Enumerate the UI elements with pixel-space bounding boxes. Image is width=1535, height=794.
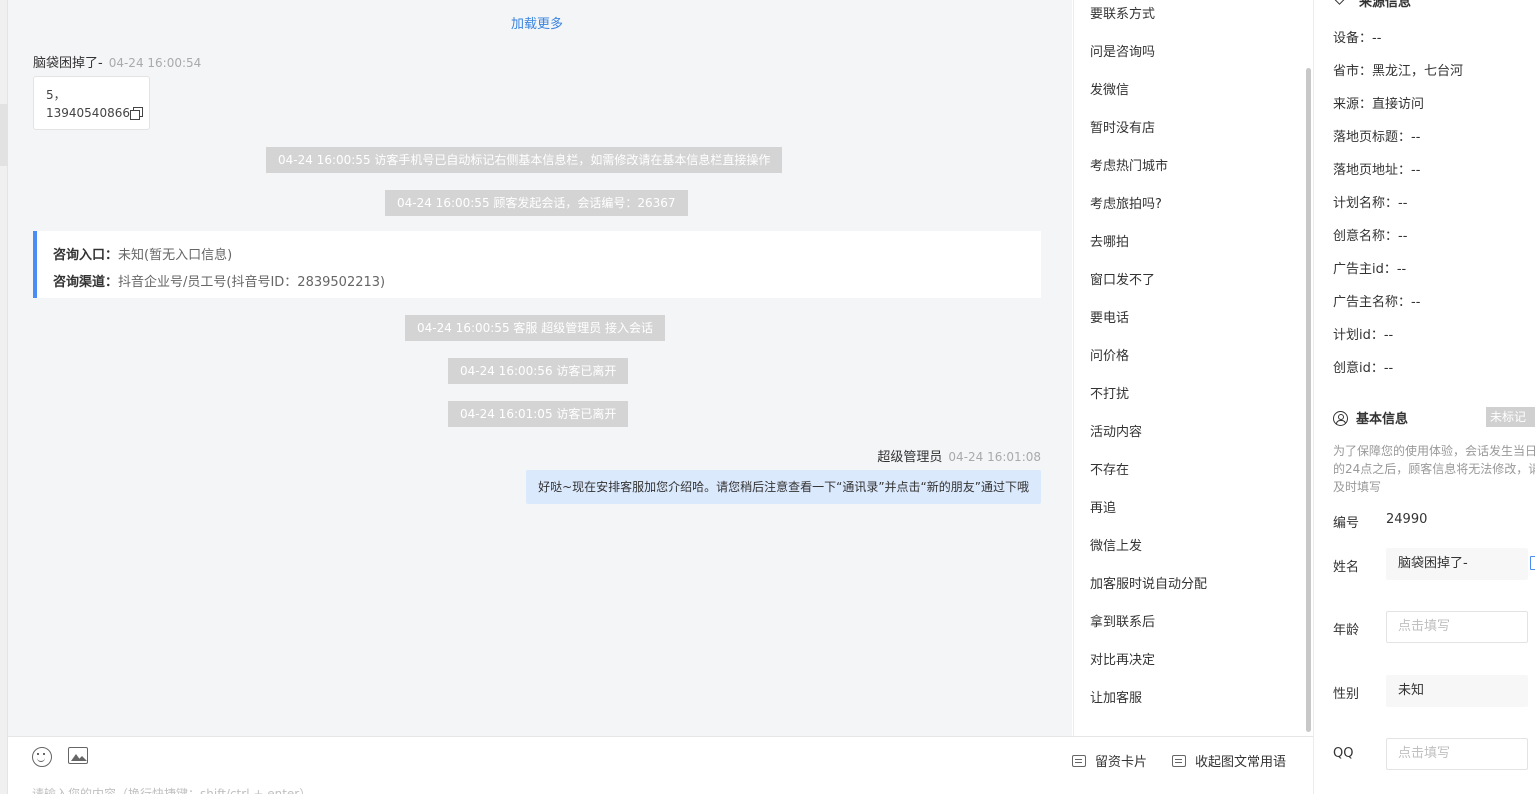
collapse-phrases-label: 收起图文常用语 xyxy=(1195,755,1287,770)
source-info-icon xyxy=(1333,0,1346,5)
system-message: 04-24 16:00:55 顾客发起会话，会话编号：26367 xyxy=(385,190,688,216)
message-composer[interactable]: 留资卡片 收起图文常用语 请输入您的内容（换行快捷键：shift/ctrl + … xyxy=(8,736,1313,794)
name-label: 姓名 xyxy=(1333,560,1360,575)
age-label: 年龄 xyxy=(1333,623,1360,638)
contact-card-button[interactable]: 留资卡片 xyxy=(1072,751,1147,770)
emoji-icon[interactable] xyxy=(32,747,52,767)
source-row: 广告主id：-- xyxy=(1333,262,1407,277)
phrase-item[interactable]: 暂时没有店 xyxy=(1090,117,1155,136)
phrase-item[interactable]: 窗口发不了 xyxy=(1090,269,1155,288)
visitor-name: 脑袋困掉了- xyxy=(33,56,103,71)
visitor-message-bubble: 5， 13940540866 xyxy=(33,76,150,130)
agent-message-bubble: 好哒~现在安排客服加您介绍哈。请您稍后注意查看一下“通讯录”并点击“新的朋友”通… xyxy=(526,470,1041,504)
phrase-list-scrollbar[interactable] xyxy=(1306,68,1311,732)
source-row: 落地页地址：-- xyxy=(1333,163,1421,178)
copy-icon[interactable] xyxy=(129,107,143,120)
gutter-marker xyxy=(0,104,8,166)
contact-card-label: 留资卡片 xyxy=(1095,755,1148,770)
qq-field[interactable]: 点击填写 xyxy=(1386,738,1528,770)
source-row: 计划名称：-- xyxy=(1333,196,1408,211)
phrase-item[interactable]: 去哪拍 xyxy=(1090,231,1129,250)
edit-icon[interactable] xyxy=(1530,556,1535,570)
visitor-message-line: 5， xyxy=(46,88,66,102)
id-label: 编号 xyxy=(1333,516,1360,531)
source-info-title: 来源信息 xyxy=(1359,0,1412,10)
consult-source-card: 咨询入口：未知(暂无入口信息) 咨询渠道：抖音企业号/员工号(抖音号ID：283… xyxy=(33,231,1041,298)
edit-notice: 为了保障您的使用体验，会话发生当日的24点之后，顾客信息将无法修改，请及时填写 xyxy=(1333,444,1535,494)
card-icon xyxy=(1072,755,1086,767)
message-input[interactable]: 请输入您的内容（换行快捷键：shift/ctrl + enter） xyxy=(32,785,311,794)
system-message: 04-24 16:00:55 客服 超级管理员 接入会话 xyxy=(405,315,666,341)
phrase-item[interactable]: 发微信 xyxy=(1090,79,1129,98)
phrase-item[interactable]: 考虑热门城市 xyxy=(1090,155,1168,174)
visitor-message-time: 04-24 16:00:54 xyxy=(108,56,202,70)
visitor-message-header: 脑袋困掉了- 04-24 16:00:54 xyxy=(33,52,201,71)
phrase-item[interactable]: 微信上发 xyxy=(1090,535,1142,554)
entry-value: 未知(暂无入口信息) xyxy=(118,248,233,263)
chat-workspace: 加载更多 脑袋困掉了- 04-24 16:00:54 5， 13940540866… xyxy=(0,0,1535,794)
basic-info-label: 基本信息 xyxy=(1356,412,1409,427)
channel-label: 咨询渠道： xyxy=(53,275,119,290)
phrase-item[interactable]: 问价格 xyxy=(1090,345,1129,364)
load-more-link[interactable]: 加载更多 xyxy=(8,13,1066,32)
phrase-item[interactable]: 对比再决定 xyxy=(1090,649,1155,668)
collapse-phrases-button[interactable]: 收起图文常用语 xyxy=(1172,751,1286,770)
gender-select[interactable]: 未知 xyxy=(1386,675,1528,707)
quick-phrase-list[interactable]: 要联系方式 问是咨询吗 发微信 暂时没有店 考虑热门城市 考虑旅拍吗? 去哪拍 … xyxy=(1073,0,1313,736)
phrase-item[interactable]: 让加客服 xyxy=(1090,687,1142,706)
system-message: 04-24 16:00:55 访客手机号已自动标记右侧基本信息栏，如需修改请在基… xyxy=(266,147,783,173)
image-icon[interactable] xyxy=(68,747,88,764)
name-field[interactable]: 脑袋困掉了- xyxy=(1386,548,1528,580)
agent-message-header: 超级管理员 04-24 16:01:08 xyxy=(877,446,1041,465)
chat-pane[interactable]: 加载更多 脑袋困掉了- 04-24 16:00:54 5， 13940540866… xyxy=(8,0,1072,736)
entry-label: 咨询入口： xyxy=(53,248,119,263)
source-row: 来源：直接访问 xyxy=(1333,97,1425,112)
gender-label: 性别 xyxy=(1333,687,1360,702)
system-message: 04-24 16:01:05 访客已离开 xyxy=(448,401,629,427)
customer-info-panel: 来源信息 设备：-- 省市：黑龙江，七台河 来源：直接访问 落地页标题：-- 落… xyxy=(1314,0,1535,794)
phrase-item[interactable]: 不打扰 xyxy=(1090,383,1129,402)
phrase-item[interactable]: 活动内容 xyxy=(1090,421,1142,440)
visitor-phone-number: 13940540866 xyxy=(46,106,130,120)
phrase-item[interactable]: 考虑旅拍吗? xyxy=(1090,193,1162,212)
source-row: 设备：-- xyxy=(1333,31,1382,46)
tag-select[interactable]: 未标记 xyxy=(1486,407,1535,427)
user-icon xyxy=(1333,411,1348,426)
left-gutter xyxy=(0,0,8,794)
phrase-item[interactable]: 要电话 xyxy=(1090,307,1129,326)
source-row: 计划id：-- xyxy=(1333,328,1394,343)
id-value: 24990 xyxy=(1386,512,1428,527)
source-row: 创意名称：-- xyxy=(1333,229,1408,244)
phrase-item[interactable]: 问是咨询吗 xyxy=(1090,41,1155,60)
phrases-icon xyxy=(1172,755,1186,767)
agent-message-time: 04-24 16:01:08 xyxy=(948,450,1041,464)
qq-label: QQ xyxy=(1333,746,1354,761)
phrase-item[interactable]: 要联系方式 xyxy=(1090,3,1155,22)
source-row: 省市：黑龙江，七台河 xyxy=(1333,64,1464,79)
source-row: 创意id：-- xyxy=(1333,361,1394,376)
phrase-item[interactable]: 拿到联系后 xyxy=(1090,611,1155,630)
agent-name: 超级管理员 xyxy=(877,450,943,465)
source-row: 广告主名称：-- xyxy=(1333,295,1421,310)
channel-value: 抖音企业号/员工号(抖音号ID：2839502213) xyxy=(118,275,386,290)
system-message: 04-24 16:00:56 访客已离开 xyxy=(448,358,629,384)
phrase-item[interactable]: 加客服时说自动分配 xyxy=(1090,573,1207,592)
phrase-item[interactable]: 再追 xyxy=(1090,497,1116,516)
basic-info-title: 基本信息 xyxy=(1333,408,1408,427)
phrase-item[interactable]: 不存在 xyxy=(1090,459,1129,478)
source-row: 落地页标题：-- xyxy=(1333,130,1421,145)
age-field[interactable]: 点击填写 xyxy=(1386,611,1528,643)
